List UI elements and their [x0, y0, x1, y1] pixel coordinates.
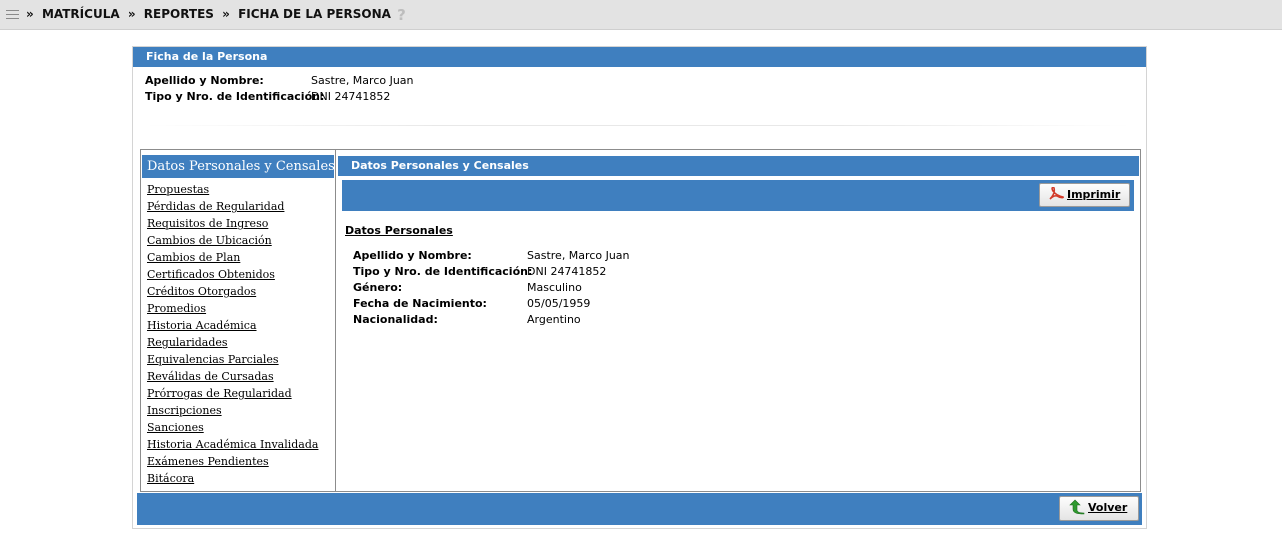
sidebar-item-revalidas[interactable]: Reválidas de Cursadas: [147, 368, 318, 385]
content-toolbar: Imprimir: [342, 180, 1134, 211]
person-id-row: Tipo y Nro. de Identificación:DNI 247418…: [145, 90, 390, 103]
detail-value: 05/05/1959: [527, 297, 591, 310]
breadcrumb-separator: »: [26, 7, 34, 21]
person-record-panel: Ficha de la Persona Apellido y Nombre: Sa…: [132, 46, 1147, 529]
help-icon[interactable]: ?: [397, 8, 409, 23]
print-button-label: Imprimir: [1067, 188, 1121, 201]
sidebar-item-cambios-ubicacion[interactable]: Cambios de Ubicación: [147, 232, 318, 249]
back-arrow-icon: [1069, 499, 1085, 515]
menu-icon[interactable]: [6, 10, 19, 20]
sidebar-item-creditos[interactable]: Créditos Otorgados: [147, 283, 318, 300]
detail-row: Apellido y Nombre: Sastre, Marco Juan: [353, 249, 630, 262]
sidebar-item-propuestas[interactable]: Propuestas: [147, 181, 318, 198]
sidebar-item-sanciones[interactable]: Sanciones: [147, 419, 318, 436]
breadcrumb: » MATRÍCULA » REPORTES » FICHA DE LA PER…: [26, 7, 409, 23]
breadcrumb-item-ficha: FICHA DE LA PERSONA: [238, 7, 391, 21]
sidebar-item-datos-personales[interactable]: Datos Personales y Censales: [142, 155, 335, 178]
person-name-label: Apellido y Nombre:: [145, 74, 264, 87]
sidebar: Datos Personales y Censales Propuestas P…: [141, 150, 336, 491]
detail-value: Argentino: [527, 313, 581, 326]
pdf-icon: [1048, 186, 1064, 201]
sidebar-item-prorrogas[interactable]: Prórrogas de Regularidad: [147, 385, 318, 402]
breadcrumb-item-matricula[interactable]: MATRÍCULA: [42, 7, 120, 21]
detail-value: DNI 24741852: [527, 265, 607, 278]
sidebar-item-historia-academica[interactable]: Historia Académica: [147, 317, 318, 334]
detail-label: Tipo y Nro. de Identificación:: [353, 265, 533, 278]
detail-label: Nacionalidad:: [353, 313, 438, 326]
sidebar-item-regularidades[interactable]: Regularidades: [147, 334, 318, 351]
sidebar-item-examenes-pendientes[interactable]: Exámenes Pendientes: [147, 453, 318, 470]
detail-label: Fecha de Nacimiento:: [353, 297, 487, 310]
detail-label: Apellido y Nombre:: [353, 249, 472, 262]
detail-value: Masculino: [527, 281, 582, 294]
breadcrumb-separator: »: [127, 7, 136, 21]
sidebar-item-historia-invalidada[interactable]: Historia Académica Invalidada: [147, 436, 318, 453]
back-button[interactable]: Volver: [1059, 496, 1140, 521]
person-id-label: Tipo y Nro. de Identificación:: [145, 90, 325, 103]
footer-bar: Volver: [137, 493, 1142, 525]
detail-row: Nacionalidad: Argentino: [353, 313, 581, 326]
sidebar-item-inscripciones[interactable]: Inscripciones: [147, 402, 318, 419]
breadcrumb-item-reportes[interactable]: REPORTES: [144, 7, 214, 21]
print-button[interactable]: Imprimir: [1039, 183, 1131, 207]
detail-row: Tipo y Nro. de Identificación:DNI 247418…: [353, 265, 606, 278]
breadcrumb-separator: »: [222, 7, 230, 21]
panel-title: Ficha de la Persona: [133, 47, 1146, 67]
person-name-row: Apellido y Nombre: Sastre, Marco Juan: [145, 74, 414, 87]
sidebar-item-bitacora[interactable]: Bitácora: [147, 470, 318, 487]
top-bar: » MATRÍCULA » REPORTES » FICHA DE LA PER…: [0, 0, 1282, 30]
person-name-value: Sastre, Marco Juan: [311, 74, 414, 87]
person-id-value: DNI 24741852: [311, 90, 391, 103]
detail-row: Fecha de Nacimiento: 05/05/1959: [353, 297, 590, 310]
sidebar-item-requisitos-ingreso[interactable]: Requisitos de Ingreso: [147, 215, 318, 232]
content-title: Datos Personales y Censales: [338, 156, 1139, 176]
sidebar-item-perdidas-regularidad[interactable]: Pérdidas de Regularidad: [147, 198, 318, 215]
back-button-label: Volver: [1088, 501, 1128, 514]
content-area: Datos Personales y Censales Imprimir Dat…: [338, 150, 1140, 491]
divider: [145, 125, 1131, 126]
detail-row: Género: Masculino: [353, 281, 582, 294]
sidebar-item-promedios[interactable]: Promedios: [147, 300, 318, 317]
sidebar-item-equivalencias[interactable]: Equivalencias Parciales: [147, 351, 318, 368]
sidebar-list: Propuestas Pérdidas de Regularidad Requi…: [147, 181, 318, 487]
detail-label: Género:: [353, 281, 403, 294]
report-container: Datos Personales y Censales Propuestas P…: [140, 149, 1141, 492]
section-title: Datos Personales: [345, 224, 453, 237]
sidebar-item-certificados[interactable]: Certificados Obtenidos: [147, 266, 318, 283]
detail-value: Sastre, Marco Juan: [527, 249, 630, 262]
sidebar-item-cambios-plan[interactable]: Cambios de Plan: [147, 249, 318, 266]
